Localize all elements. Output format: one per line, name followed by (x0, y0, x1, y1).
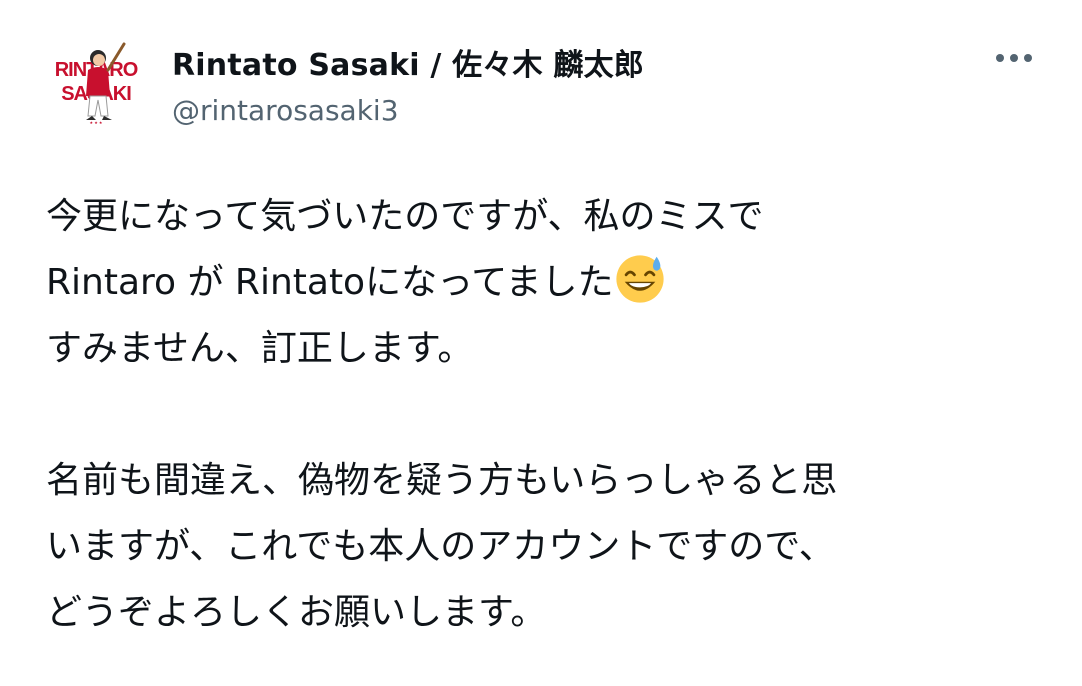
svg-text:★ ★ ★: ★ ★ ★ (90, 120, 103, 125)
more-options-button[interactable] (988, 40, 1040, 76)
tweet-line: すみません、訂正します。 (46, 328, 474, 369)
avatar[interactable]: RINTARO SASAKI ★ ★ ★ (48, 30, 144, 126)
tweet-line: いますが、これでも本人のアカウントですので、 (46, 526, 835, 567)
tweet-text: 今更になって気づいたのですが、私のミスで Rintaro が Rintatoにな… (46, 184, 1046, 646)
tweet-line: 今更になって気づいたのですが、私のミスで (46, 196, 764, 237)
tweet-line: Rintaro が Rintatoになってました (46, 250, 1046, 316)
tweet-line: 名前も間違え、偽物を疑う方もいらっしゃると思 (46, 460, 838, 501)
tweet-line: どうぞよろしくお願いします。 (46, 592, 547, 633)
author-handle[interactable]: @rintarosasaki3 (172, 94, 399, 127)
more-horizontal-icon (996, 54, 1032, 62)
author-display-name[interactable]: Rintato Sasaki / 佐々木 麟太郎 (172, 40, 644, 84)
tweet-line-text: Rintaro が Rintatoになってました (46, 262, 614, 303)
grinning-face-with-sweat-emoji-icon (616, 255, 665, 303)
baseball-player-illustration-icon: RINTARO SASAKI ★ ★ ★ (48, 30, 144, 126)
paragraph-break (46, 382, 1046, 448)
tweet-card: RINTARO SASAKI ★ ★ ★ Rintato Sasaki / 佐々… (0, 0, 1082, 686)
